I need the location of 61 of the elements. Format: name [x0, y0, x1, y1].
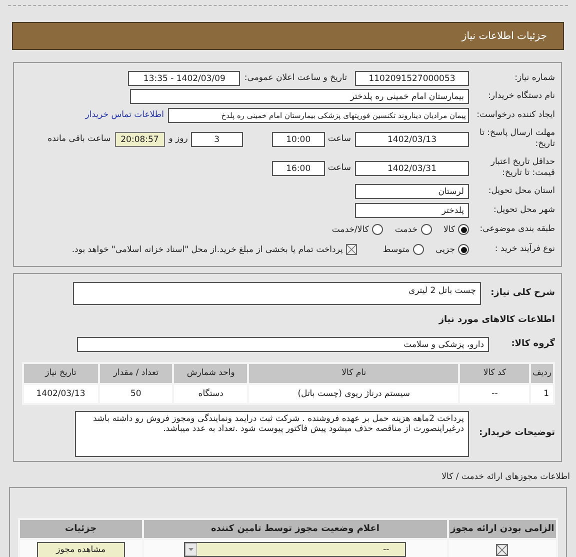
column-header: تاریخ نیاز — [23, 362, 99, 384]
field-label: ایجاد کننده درخواست: — [476, 110, 555, 121]
field-label: شماره نیاز: — [514, 72, 555, 84]
deadline-time-field: 10:00 — [272, 132, 325, 146]
section-title: اطلاعات مجوزهای ارائه خدمت / کالا — [440, 472, 570, 484]
column-header: الزامی بودن ارائه مجوز — [448, 518, 557, 538]
field-label: توضیحات خریدار: — [478, 428, 555, 439]
radio-label: کالا — [444, 224, 455, 234]
buyer-org-field: بیمارستان امام خمینی ره پلدختر — [130, 89, 469, 104]
field-label: استان محل تحویل: — [487, 186, 555, 198]
description-field: چست باتل 2 لیتری — [73, 282, 481, 304]
field-label: شهر محل تحویل: — [492, 204, 555, 216]
checkbox-label: پرداخت تمام یا بخشی از مبلغ خرید.از محل "اسناد خزانه اسلامی" خواهد بود. — [72, 244, 343, 254]
need-number-field: 1102091527000053 — [355, 70, 469, 86]
remaining-time-field: 20:08:57 — [114, 132, 165, 146]
goods-group-field: دارو، پزشکی و سلامت — [77, 336, 489, 352]
province-field: لرستان — [355, 184, 469, 200]
field-label: طبقه بندی موضوعی: — [478, 224, 555, 235]
radio-button[interactable] — [412, 244, 424, 255]
column-header: اعلام وضعیت مجوز توسط تامین کننده — [142, 518, 448, 538]
field-label: ساعت باقی مانده — [48, 134, 111, 144]
column-header: نام کالا — [248, 362, 460, 384]
announce-date-field: 1402/03/09 - 13:35 — [128, 70, 240, 86]
checkbox[interactable] — [496, 544, 508, 556]
page-title: جزئیات اطلاعات نیاز — [12, 22, 564, 50]
status-select[interactable]: -- — [184, 542, 406, 557]
radio-button[interactable] — [420, 224, 432, 235]
validity-time-field: 16:00 — [272, 160, 325, 176]
contact-link[interactable]: اطلاعات تماس خریدار — [85, 110, 164, 120]
table-cell: 1 — [530, 384, 554, 404]
field-label: شرح کلی نیاز: — [490, 288, 555, 298]
deadline-date-field: 1402/03/13 — [355, 132, 469, 146]
field-label: تاریخ و ساعت اعلان عمومی: — [244, 73, 347, 84]
radio-button[interactable] — [372, 224, 383, 235]
field-label: ساعت — [328, 163, 351, 173]
column-header: کد کالا — [459, 362, 530, 384]
radio-button[interactable] — [458, 244, 469, 255]
field-label: نام دستگاه خریدار: — [487, 91, 555, 102]
radio-label: کالا/خدمت — [332, 224, 369, 234]
column-header: جزئیات — [19, 518, 143, 538]
radio-label: متوسط — [382, 244, 410, 254]
table-cell: سیستم درناژ ریوی (چست باتل) — [248, 384, 460, 404]
column-header: واحد شمارش — [173, 362, 248, 384]
days-field: 3 — [190, 132, 243, 146]
radio-label: خدمت — [394, 224, 418, 234]
city-field: پلدختر — [355, 202, 469, 218]
checkbox[interactable] — [346, 244, 357, 255]
field-label: روز و — [168, 134, 188, 144]
view-permit-button[interactable]: مشاهده مجوز — [36, 542, 125, 557]
validity-date-field: 1402/03/31 — [355, 160, 469, 176]
column-header: ردیف — [530, 362, 554, 384]
field-label: ساعت — [328, 134, 351, 144]
radio-label: جزیی — [436, 244, 455, 254]
field-label: حداقل تاریخ اعتبار قیمت: تا تاریخ: — [490, 157, 555, 179]
buyer-notes-text: پرداخت 2ماهه هزینه حمل بر عهده فروشنده . شرکت ثبت درایمد ونمایندگی ومجوز فروش رو داشته باشد درغیراینصورت از مناقصه حذف میشود پیش فاکتور پیوست شود .تعداد به عدد میباشد. — [75, 410, 469, 456]
column-header: تعداد / مقدار — [98, 362, 174, 384]
field-label: نوع فرآیند خرید : — [494, 244, 555, 255]
field-label: مهلت ارسال پاسخ: تا تاریخ: — [478, 128, 555, 150]
section-heading: اطلاعات کالاهای مورد نیاز — [438, 314, 555, 325]
field-label: گروه کالا: — [510, 338, 555, 350]
radio-button[interactable] — [458, 224, 469, 235]
